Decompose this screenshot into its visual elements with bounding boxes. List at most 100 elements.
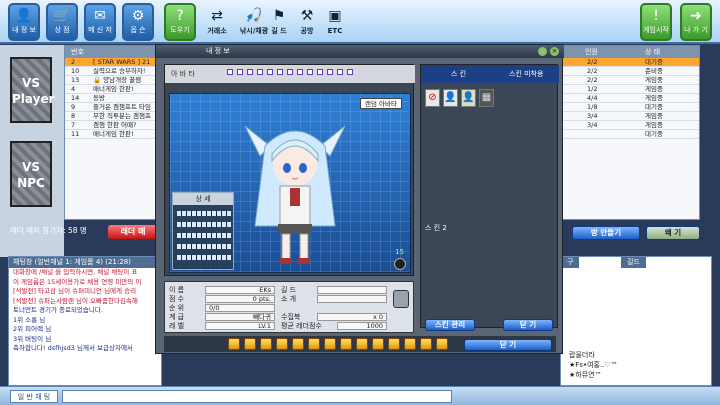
user-item[interactable]: 랍울더라 xyxy=(569,351,595,360)
avatar-slot[interactable] xyxy=(227,69,233,75)
skin2-label: 스 킨 2 xyxy=(425,224,447,232)
room-number: 8 xyxy=(71,112,76,120)
play-icon: ! xyxy=(653,8,659,24)
chat-title: 채팅창 (일반채널 1: 게임룸 4) (21:28) xyxy=(9,257,161,268)
avatar-slot[interactable] xyxy=(337,69,343,75)
chat-line: 토너먼트 경기가 종료되었습니다. xyxy=(13,306,103,314)
skin-manage-button[interactable]: 스킨 관리 xyxy=(425,319,475,331)
messenger-button[interactable]: ✉ 메 신 저 xyxy=(84,3,116,41)
my-info-dialog: 내 정 보 × 아 바 타 랜덤 아바타 상 세 15 이 름 EKs 길 드 … xyxy=(155,44,564,354)
avatar-slot[interactable] xyxy=(317,69,323,75)
toolbar-item-icon[interactable] xyxy=(372,338,384,350)
toolbar-item-icon[interactable] xyxy=(260,338,272,350)
room-status: 게임중 xyxy=(645,76,663,84)
info-panel: 이 름 EKs 길 드 점 수 0 pts. 소 개 순 위 0/0 계 급 빼… xyxy=(164,281,414,333)
avatar-slot[interactable] xyxy=(267,69,273,75)
character-avatar xyxy=(244,125,346,264)
toolbar-item-icon[interactable] xyxy=(228,338,240,350)
help-button[interactable]: ? 도우기 xyxy=(164,3,196,41)
tab-guild[interactable]: 길드 xyxy=(621,257,646,268)
skin-close-button[interactable]: 닫 기 xyxy=(503,319,553,331)
exit-button[interactable]: ➜ 나 가 기 xyxy=(680,3,712,41)
user-list: 구 길드 랍울더라 ★Fs•여홍..♡™ ★하뮤연™ xyxy=(560,256,712,386)
vs-player-button[interactable]: VS Player xyxy=(10,57,55,123)
toolbar-item-icon[interactable] xyxy=(404,338,416,350)
toolbar-item-icon[interactable] xyxy=(420,338,432,350)
options-button[interactable]: ⚙ 옵 슨 xyxy=(122,3,154,41)
chat-line: 2위 피어랙 님 xyxy=(13,325,52,333)
room-status: 준비중 xyxy=(645,67,663,75)
help-icon: ? xyxy=(176,8,184,24)
room-number: 10 xyxy=(71,67,80,75)
skin-item-icon[interactable]: ▦ xyxy=(479,89,494,107)
ladder-match-button[interactable]: 래더 매 xyxy=(108,225,158,239)
toolbar-item-icon[interactable] xyxy=(292,338,304,350)
room-number: 13 xyxy=(71,76,80,84)
skin-panel: 스 킨 스킨 미착용 ⊘ 👤 👤 ▦ 스 킨 2 스킨 관리 닫 기 xyxy=(420,64,559,331)
skin-item-icon[interactable]: 👤 xyxy=(461,89,476,107)
quick-join-button[interactable]: 왜 기 xyxy=(646,226,700,240)
toolbar-item-icon[interactable] xyxy=(244,338,256,350)
vs-npc-button[interactable]: VS NPC xyxy=(10,141,52,207)
random-avatar-button[interactable]: 랜덤 아바타 xyxy=(360,98,402,109)
toolbar-item-icon[interactable] xyxy=(356,338,368,350)
avatar-stage: 랜덤 아바타 상 세 15 xyxy=(169,93,411,273)
toolbar-item-icon[interactable] xyxy=(436,338,448,350)
close-icon[interactable]: × xyxy=(550,47,559,56)
rotate-icon[interactable] xyxy=(394,258,406,270)
avatar-slot[interactable] xyxy=(297,69,303,75)
stat-bar xyxy=(177,244,231,249)
exit-icon: ➜ xyxy=(690,8,702,24)
chat-line: 축하합니다! dsfhjsd3 님께서 보급상자에서 xyxy=(13,344,133,352)
avatar-slot[interactable] xyxy=(347,69,353,75)
emblem-slot[interactable] xyxy=(393,290,409,308)
user-item[interactable]: ★Fs•여홍..♡™ xyxy=(569,361,618,370)
user-icon: 👤 xyxy=(15,8,33,24)
toolbar-item-icon[interactable] xyxy=(388,338,400,350)
room-count: 2/2 xyxy=(587,76,598,84)
toolbar-item-icon[interactable] xyxy=(324,338,336,350)
avatar-slot[interactable] xyxy=(287,69,293,75)
stat-bar xyxy=(177,211,231,216)
chat-mode-select[interactable]: 일 반 채 팅 xyxy=(10,390,58,403)
room-number: 7 xyxy=(71,121,76,129)
room-status: 게임중 xyxy=(645,121,663,129)
options-icon: ⚙ xyxy=(131,8,145,24)
avatar-slot[interactable] xyxy=(277,69,283,75)
room-number: 9 xyxy=(71,103,76,111)
toolbar-item-icon[interactable] xyxy=(308,338,320,350)
tab-skin[interactable]: 스 킨 xyxy=(451,65,466,83)
trade-icon: ⇄ xyxy=(211,8,223,24)
no-skin-icon[interactable]: ⊘ xyxy=(425,89,440,107)
toolbar-item-icon[interactable] xyxy=(340,338,352,350)
stat-bar xyxy=(177,255,231,260)
room-number: 2 xyxy=(71,58,76,66)
skin-item-icon[interactable]: 👤 xyxy=(443,89,458,107)
avatar-slot[interactable] xyxy=(247,69,253,75)
detail-box: 상 세 xyxy=(172,192,234,270)
shop-button[interactable]: 🛒 상 점 xyxy=(46,3,78,41)
avatar-slot[interactable] xyxy=(257,69,263,75)
avatar-slot[interactable] xyxy=(237,69,243,75)
toolbar-item-icon[interactable] xyxy=(276,338,288,350)
room-number: 11 xyxy=(71,130,80,138)
make-room-button[interactable]: 방 만들기 xyxy=(572,226,640,240)
room-count: 1/2 xyxy=(587,85,598,93)
sp-value: 15 xyxy=(395,248,404,256)
room-status: 게임중 xyxy=(645,112,663,120)
tab-users[interactable]: 구 xyxy=(561,257,580,268)
game-start-button[interactable]: ! 게임시작 xyxy=(640,3,672,41)
etc-icon: ▣ xyxy=(328,8,342,24)
room-status: 게임중 xyxy=(645,85,663,93)
user-item[interactable]: ★하뮤연™ xyxy=(569,371,602,380)
nav-etc[interactable]: ▣ ETC xyxy=(318,4,352,40)
chat-bar: 일 반 채 팅 xyxy=(0,386,720,405)
close-button[interactable]: 닫 기 xyxy=(464,339,552,351)
minimize-icon[interactable] xyxy=(538,47,547,56)
tab-no-skin[interactable]: 스킨 미착용 xyxy=(509,65,543,83)
avatar-slot[interactable] xyxy=(307,69,313,75)
my-info-button[interactable]: 👤 내 정 보 xyxy=(8,3,40,41)
nav-trade[interactable]: ⇄ 거래소 xyxy=(200,4,234,40)
chat-input[interactable] xyxy=(62,390,452,403)
avatar-slot[interactable] xyxy=(327,69,333,75)
